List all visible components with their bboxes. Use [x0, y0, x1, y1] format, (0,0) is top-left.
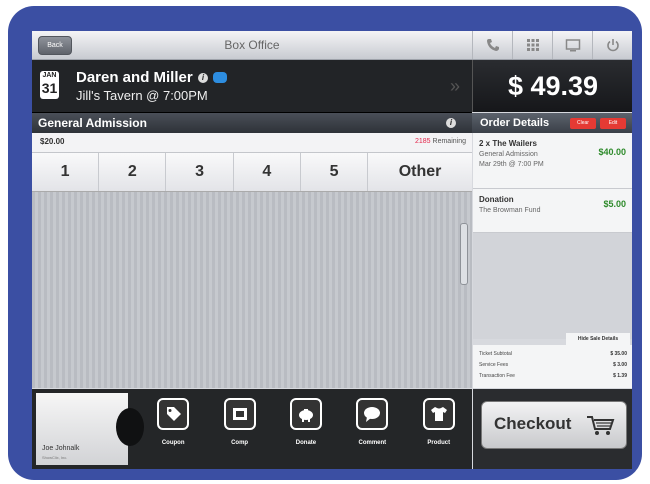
- order-details-header: Order Details Clear Edit: [472, 113, 632, 133]
- ticket-type-name: General Admission: [38, 116, 147, 130]
- item-detail: The Browman Fund: [479, 207, 541, 214]
- comp-button[interactable]: Comp: [211, 389, 269, 469]
- comment-button[interactable]: Comment: [343, 389, 401, 469]
- checkout-label: Checkout: [494, 414, 572, 433]
- total-amount: $ 49.39: [507, 71, 599, 101]
- coupon-icon: [157, 398, 190, 430]
- summary-row: Transaction Fee $ 1.39: [479, 373, 627, 379]
- user-card: Joe Johnalk ShowClix, Inc.: [36, 393, 128, 465]
- grid-icon[interactable]: [512, 31, 552, 59]
- order-total: $ 49.39: [472, 60, 632, 112]
- event-header[interactable]: JAN 31 Daren and Miller i Jill's Tavern …: [32, 60, 472, 113]
- quantity-selector: 1 2 3 4 5 Other: [32, 153, 472, 192]
- chevron-right-icon[interactable]: »: [450, 76, 460, 97]
- display-icon[interactable]: [552, 31, 592, 59]
- bottom-toolbar: Joe Johnalk ShowClix, Inc. Coupon Comp D…: [32, 389, 472, 469]
- tool-group: Coupon Comp Donate Comment Product: [140, 389, 472, 469]
- ticket-price: $20.00: [40, 137, 65, 146]
- clear-button[interactable]: Clear: [570, 118, 596, 129]
- comp-icon: [223, 398, 256, 430]
- hide-sale-details-button[interactable]: Hide Sale Details: [566, 333, 630, 345]
- donate-icon: [289, 398, 322, 430]
- quantity-2-button[interactable]: 2: [99, 153, 167, 191]
- quantity-4-button[interactable]: 4: [234, 153, 301, 191]
- power-icon[interactable]: [592, 31, 632, 59]
- badge-icon: [213, 72, 227, 83]
- item-amount: $5.00: [603, 199, 626, 209]
- donate-label: Donate: [295, 440, 317, 446]
- top-icon-group: [472, 31, 632, 59]
- product-label: Product: [427, 440, 451, 446]
- checkout-button[interactable]: Checkout: [481, 401, 627, 449]
- summary-value: $ 1.39: [613, 373, 627, 379]
- quantity-other-button[interactable]: Other: [368, 153, 472, 191]
- scrollbar[interactable]: [460, 223, 468, 285]
- item-date: Mar 29th @ 7:00 PM: [479, 161, 544, 168]
- quantity-1-button[interactable]: 1: [32, 153, 100, 191]
- ticket-price-bar: $20.00 2185 Remaining: [32, 133, 472, 153]
- item-amount: $40.00: [598, 147, 626, 157]
- summary-value: $ 3.00: [613, 362, 627, 368]
- sale-summary: Ticket Subtotal $ 35.00 Service Fees $ 3.0…: [473, 345, 632, 388]
- summary-label: Service Fees: [479, 362, 509, 368]
- event-venue: Jill's Tavern @ 7:00PM: [76, 88, 208, 103]
- comp-label: Comp: [231, 440, 249, 446]
- order-details-title: Order Details: [480, 117, 550, 129]
- item-name: 2 x The Wailers: [479, 139, 537, 148]
- info-icon[interactable]: i: [446, 118, 456, 128]
- app-screen: Back Box Office JAN 31 Daren and Miller …: [32, 31, 632, 469]
- ticket-type-bar: General Admission i: [32, 113, 472, 133]
- coupon-label: Coupon: [161, 440, 185, 446]
- comment-label: Comment: [358, 440, 387, 446]
- item-detail: General Admission: [479, 151, 538, 158]
- event-day: 31: [41, 80, 58, 96]
- summary-value: $ 35.00: [610, 351, 627, 357]
- quantity-5-button[interactable]: 5: [301, 153, 369, 191]
- list-item[interactable]: 2 x The Wailers General Admission Mar 29…: [473, 133, 632, 189]
- event-name: Daren and Miller: [76, 69, 193, 86]
- phone-icon[interactable]: [472, 31, 512, 59]
- info-icon[interactable]: i: [198, 73, 208, 83]
- donate-button[interactable]: Donate: [277, 389, 335, 469]
- coupon-button[interactable]: Coupon: [144, 389, 202, 469]
- remaining-number: 2185: [415, 138, 431, 145]
- product-icon: [422, 398, 455, 430]
- quantity-3-button[interactable]: 3: [166, 153, 234, 191]
- cart-icon: [587, 416, 615, 435]
- remaining-label: Remaining: [430, 138, 466, 145]
- item-name: Donation: [479, 195, 514, 204]
- summary-label: Ticket Subtotal: [479, 351, 512, 357]
- comment-icon: [356, 398, 389, 430]
- summary-row: Ticket Subtotal $ 35.00: [479, 351, 627, 357]
- summary-row: Service Fees $ 3.00: [479, 362, 627, 368]
- calendar-icon: JAN 31: [40, 71, 59, 99]
- top-bar: Back Box Office: [32, 31, 632, 60]
- product-button[interactable]: Product: [410, 389, 468, 469]
- remaining-count: 2185 Remaining: [415, 138, 466, 145]
- summary-label: Transaction Fee: [479, 373, 515, 379]
- list-item[interactable]: Donation The Browman Fund $5.00: [473, 189, 632, 233]
- page-title: Box Office: [224, 38, 280, 52]
- edit-button[interactable]: Edit: [600, 118, 626, 129]
- order-empty-area: [473, 233, 632, 339]
- content-area: [32, 192, 472, 388]
- user-company: ShowClix, Inc.: [42, 455, 68, 460]
- checkout-area: Checkout: [473, 389, 632, 469]
- user-name: Joe Johnalk: [42, 445, 80, 452]
